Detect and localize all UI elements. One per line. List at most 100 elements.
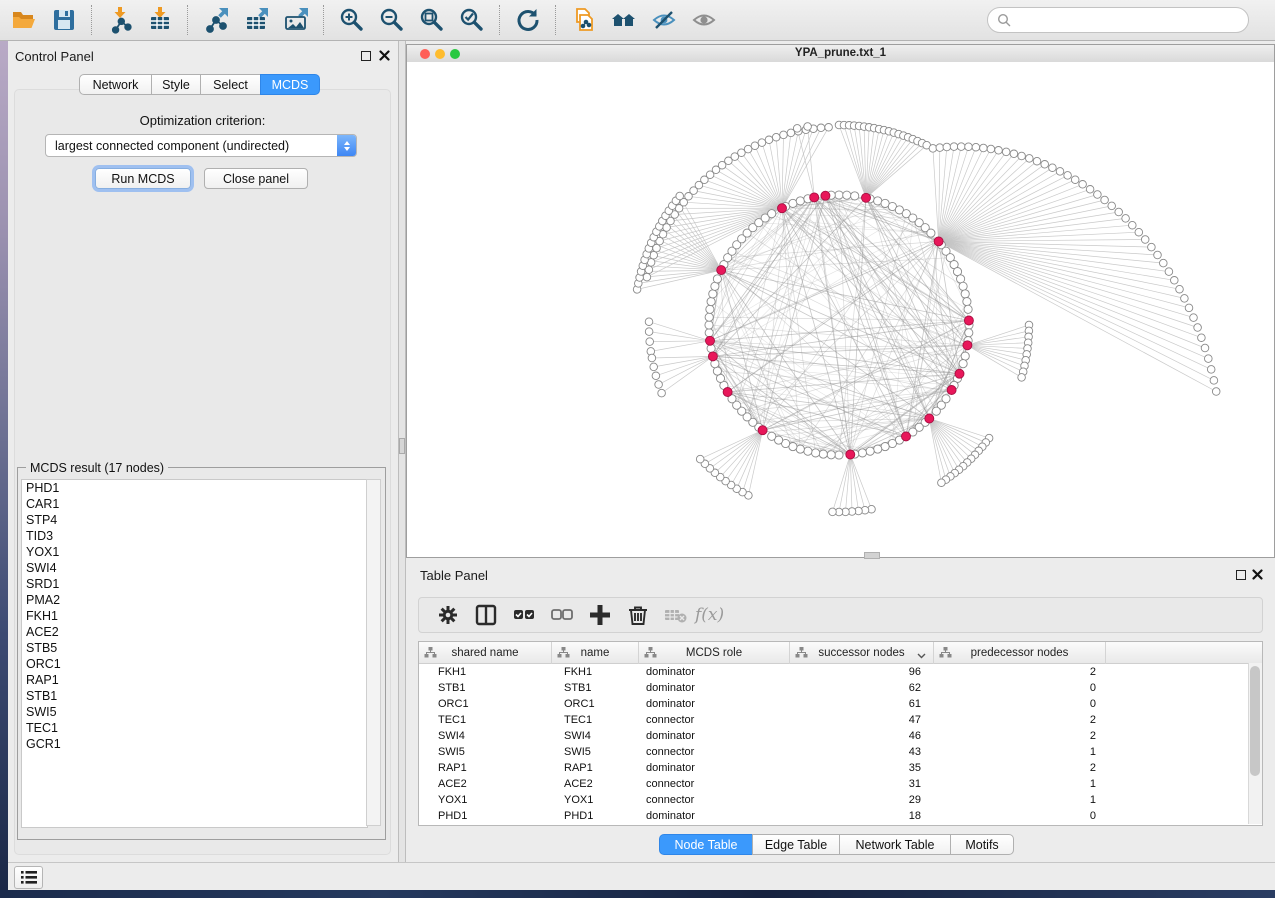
mcds-result-item[interactable]: SWI4 [22, 560, 367, 576]
deselect-all-button[interactable] [543, 600, 581, 630]
mcds-result-item[interactable]: STP4 [22, 512, 367, 528]
tab-style[interactable]: Style [151, 74, 201, 95]
table-row[interactable]: STB1STB1dominator620 [419, 680, 1262, 696]
tab-motifs[interactable]: Motifs [950, 834, 1014, 855]
mcds-result-item[interactable]: ACE2 [22, 624, 367, 640]
cell-shared-name: TEC1 [419, 714, 552, 726]
mcds-result-item[interactable]: YOX1 [22, 544, 367, 560]
cell-name: FKH1 [552, 666, 639, 678]
table-row[interactable]: RAP1RAP1dominator352 [419, 760, 1262, 776]
cell-successor-nodes: 61 [790, 698, 934, 710]
cell-shared-name: STB1 [419, 682, 552, 694]
cell-name: SWI5 [552, 746, 639, 758]
save-button[interactable] [44, 3, 84, 37]
mcds-result-title: MCDS result (17 nodes) [26, 461, 168, 475]
mcds-result-item[interactable]: STB1 [22, 688, 367, 704]
table-row[interactable]: YOX1YOX1connector291 [419, 792, 1262, 808]
export-network-button[interactable] [196, 3, 236, 37]
tab-network-table[interactable]: Network Table [839, 834, 951, 855]
search-input[interactable] [1016, 12, 1248, 28]
search-field[interactable] [987, 7, 1249, 33]
mcds-result-item[interactable]: CAR1 [22, 496, 367, 512]
delete-table-button[interactable] [657, 600, 695, 630]
table-row[interactable]: PHD1PHD1dominator180 [419, 808, 1262, 824]
mcds-result-scrollbar[interactable] [366, 479, 381, 826]
refresh-button[interactable] [508, 3, 548, 37]
desktop-wallpaper-strip [0, 41, 8, 890]
export-table-button[interactable] [236, 3, 276, 37]
column-header-successor-nodes[interactable]: successor nodes [790, 642, 934, 664]
delete-button[interactable] [619, 600, 657, 630]
status-bar [8, 862, 1275, 890]
cell-predecessor-nodes: 2 [934, 762, 1106, 774]
select-all-button[interactable] [505, 600, 543, 630]
toolbar-button-groups [4, 3, 724, 37]
first-neighbors-button[interactable] [604, 3, 644, 37]
cell-predecessor-nodes: 1 [934, 746, 1106, 758]
cell-shared-name: SWI4 [419, 730, 552, 742]
zoom-selected-button[interactable] [452, 3, 492, 37]
mcds-result-item[interactable]: SRD1 [22, 576, 367, 592]
mcds-result-item[interactable]: TEC1 [22, 720, 367, 736]
table-panel-float-icon[interactable] [1236, 570, 1246, 580]
criterion-select[interactable]: largest connected component (undirected) [45, 134, 357, 157]
tab-select[interactable]: Select [200, 74, 261, 95]
function-builder-button[interactable]: f(x) [695, 605, 724, 625]
task-history-button[interactable] [14, 866, 43, 889]
table-row[interactable]: SWI4SWI4dominator462 [419, 728, 1262, 744]
table-scrollbar-thumb[interactable] [1250, 666, 1260, 776]
zoom-fit-button[interactable] [412, 3, 452, 37]
tab-network[interactable]: Network [79, 74, 152, 95]
network-canvas[interactable] [407, 62, 1274, 557]
table-row[interactable]: ORC1ORC1dominator610 [419, 696, 1262, 712]
table-panel-close-icon[interactable] [1252, 569, 1263, 580]
list-icon [21, 871, 37, 884]
search-icon [997, 13, 1011, 27]
desktop-wallpaper-strip-bottom [0, 890, 1275, 898]
mcds-result-item[interactable]: SWI5 [22, 704, 367, 720]
sort-desc-icon [917, 650, 926, 662]
column-header-MCDS-role[interactable]: MCDS role [639, 642, 790, 664]
mcds-result-item[interactable]: PHD1 [22, 480, 367, 496]
show-all-button[interactable] [684, 3, 724, 37]
toolbar-separator [91, 5, 93, 35]
column-header-predecessor-nodes[interactable]: predecessor nodes [934, 642, 1106, 664]
table-row[interactable]: SWI5SWI5connector431 [419, 744, 1262, 760]
table-row[interactable]: ACE2ACE2connector311 [419, 776, 1262, 792]
import-table-button[interactable] [140, 3, 180, 37]
run-mcds-button[interactable]: Run MCDS [95, 168, 191, 189]
mcds-result-item[interactable]: GCR1 [22, 736, 367, 752]
mcds-result-list[interactable]: PHD1CAR1STP4TID3YOX1SWI4SRD1PMA2FKH1ACE2… [21, 479, 368, 828]
tab-node-table[interactable]: Node Table [659, 834, 753, 855]
control-panel-close-icon[interactable] [379, 50, 390, 61]
gear-button[interactable] [429, 600, 467, 630]
mcds-result-item[interactable]: ORC1 [22, 656, 367, 672]
export-image-button[interactable] [276, 3, 316, 37]
horizontal-splitter-handle[interactable] [864, 552, 880, 559]
network-window-titlebar[interactable]: YPA_prune.txt_1 [407, 45, 1274, 63]
vertical-splitter-handle[interactable] [399, 438, 405, 454]
import-network-button[interactable] [100, 3, 140, 37]
mcds-result-item[interactable]: STB5 [22, 640, 367, 656]
cell-shared-name: SWI5 [419, 746, 552, 758]
column-header-shared-name[interactable]: shared name [419, 642, 552, 664]
table-row[interactable]: TEC1TEC1connector472 [419, 712, 1262, 728]
column-header-name[interactable]: name [552, 642, 639, 664]
zoom-out-button[interactable] [372, 3, 412, 37]
add-button[interactable] [581, 600, 619, 630]
zoom-in-button[interactable] [332, 3, 372, 37]
mcds-result-item[interactable]: RAP1 [22, 672, 367, 688]
control-panel-float-icon[interactable] [361, 51, 371, 61]
tab-edge-table[interactable]: Edge Table [752, 834, 840, 855]
split-columns-button[interactable] [467, 600, 505, 630]
table-row[interactable]: FKH1FKH1dominator962 [419, 664, 1262, 680]
open-button[interactable] [4, 3, 44, 37]
hide-selected-button[interactable] [644, 3, 684, 37]
tab-mcds[interactable]: MCDS [260, 74, 320, 95]
mcds-result-item[interactable]: TID3 [22, 528, 367, 544]
close-panel-button[interactable]: Close panel [204, 168, 308, 189]
mcds-result-item[interactable]: PMA2 [22, 592, 367, 608]
mcds-result-item[interactable]: FKH1 [22, 608, 367, 624]
network-graph [407, 62, 1274, 557]
new-from-selection-button[interactable] [564, 3, 604, 37]
